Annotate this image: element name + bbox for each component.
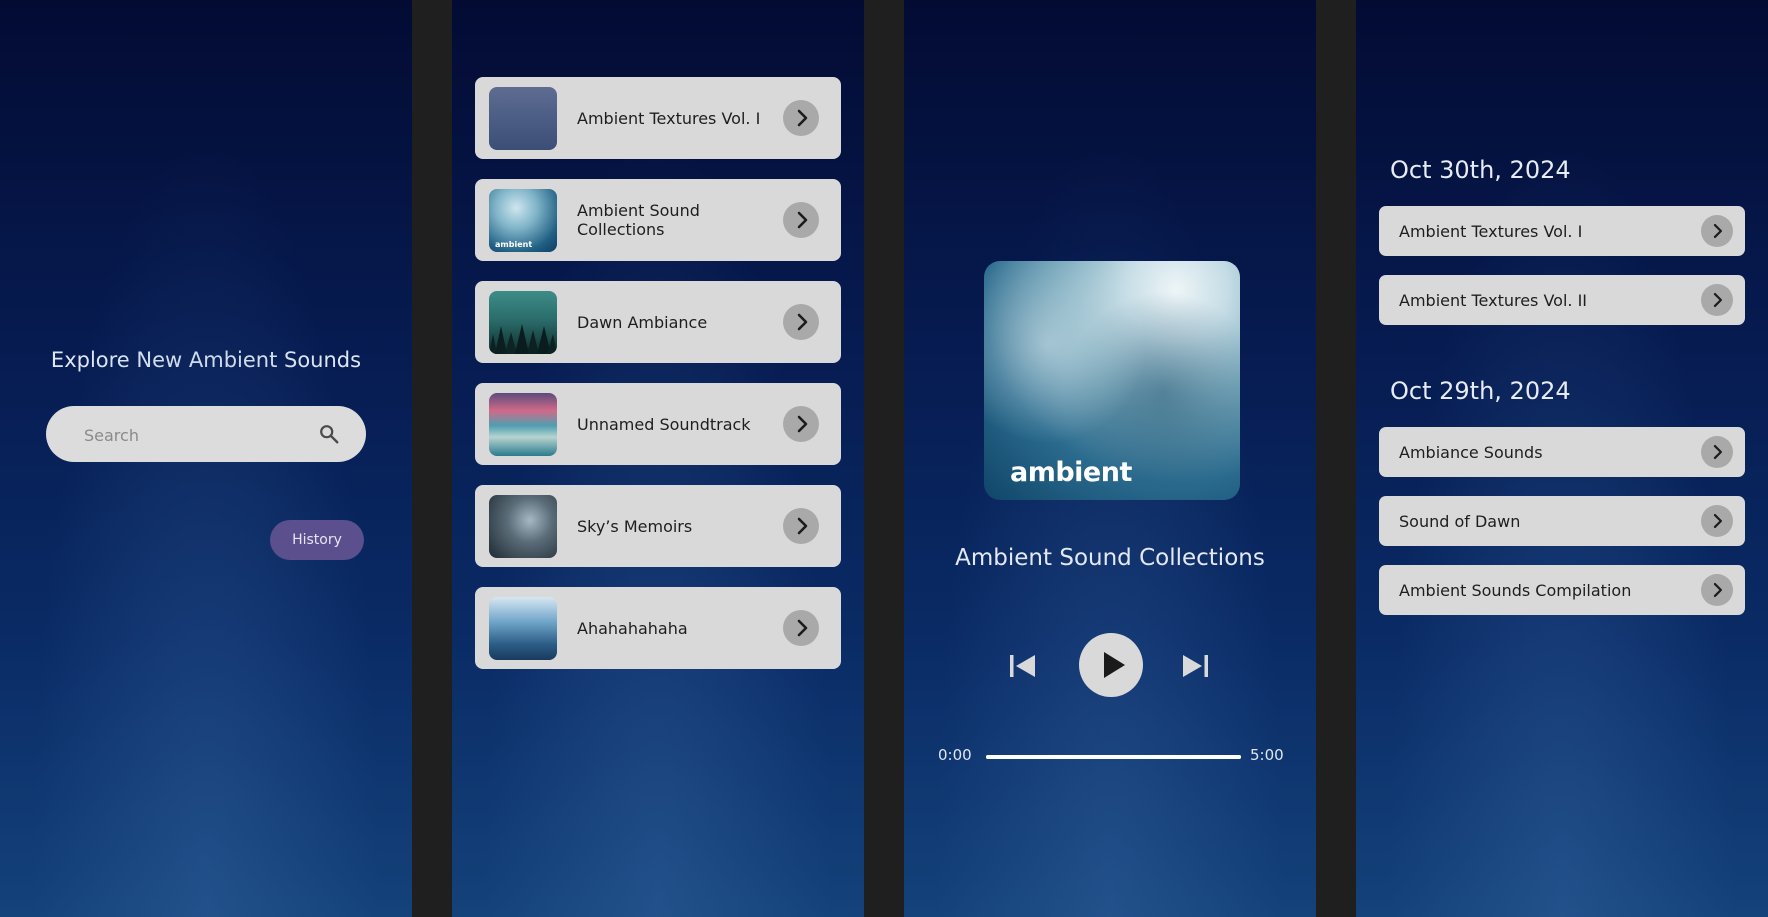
- history-item[interactable]: Ambient Textures Vol. II: [1379, 275, 1745, 325]
- chevron-right-icon[interactable]: [783, 406, 819, 442]
- chevron-right-icon[interactable]: [1701, 215, 1733, 247]
- album-cover-thumbnail: ambient: [489, 189, 557, 252]
- app-stage: Explore New Ambient Sounds History Ambie…: [0, 0, 1768, 917]
- album-card[interactable]: Sky’s Memoirs: [475, 485, 841, 567]
- search-icon[interactable]: [318, 423, 340, 445]
- progress-fill: [986, 755, 1241, 759]
- album-title: Sky’s Memoirs: [577, 516, 693, 536]
- album-title: Dawn Ambiance: [577, 312, 708, 332]
- cover-logo-text: ambient: [1010, 457, 1132, 488]
- album-card[interactable]: ambient Ambient Sound Collections: [475, 179, 841, 261]
- album-card[interactable]: Ambient Textures Vol. I: [475, 77, 841, 159]
- explore-screen: Explore New Ambient Sounds History: [0, 0, 412, 917]
- album-title: Unnamed Soundtrack: [577, 414, 751, 434]
- chevron-right-icon[interactable]: [1701, 505, 1733, 537]
- total-time: 5:00: [1250, 746, 1284, 764]
- search-input[interactable]: [82, 406, 306, 464]
- history-item-label: Ambient Textures Vol. II: [1399, 290, 1588, 310]
- album-list: Ambient Textures Vol. I ambient Ambient …: [475, 77, 841, 689]
- chevron-right-icon[interactable]: [783, 304, 819, 340]
- album-cover-art: ambient: [984, 261, 1240, 500]
- history-screen: Oct 30th, 2024 Ambient Textures Vol. I A…: [1356, 0, 1768, 917]
- album-cover-thumbnail: [489, 393, 557, 456]
- history-date-heading: Oct 30th, 2024: [1390, 156, 1571, 184]
- page-title: Explore New Ambient Sounds: [50, 348, 362, 372]
- forest-silhouette: [489, 324, 557, 354]
- current-time: 0:00: [938, 746, 972, 764]
- album-cover-thumbnail: [489, 87, 557, 150]
- history-button[interactable]: History: [270, 520, 364, 560]
- play-button[interactable]: [1079, 633, 1143, 697]
- album-cover-thumbnail: [489, 597, 557, 660]
- history-item[interactable]: Ambient Sounds Compilation: [1379, 565, 1745, 615]
- album-title: Ahahahahaha: [577, 618, 688, 638]
- skip-next-icon[interactable]: [1180, 652, 1210, 680]
- history-item-label: Ambient Textures Vol. I: [1399, 221, 1583, 241]
- player-screen: ambient Ambient Sound Collections 0:00 5…: [904, 0, 1316, 917]
- track-title: Ambient Sound Collections: [955, 545, 1265, 571]
- album-title: Ambient Sound Collections: [577, 201, 700, 239]
- album-title: Ambient Textures Vol. I: [577, 108, 761, 128]
- album-cover-thumbnail: [489, 291, 557, 354]
- search-bar[interactable]: [46, 406, 366, 464]
- chevron-right-icon[interactable]: [783, 610, 819, 646]
- play-icon: [1104, 652, 1125, 678]
- progress-bar[interactable]: [986, 755, 1241, 759]
- library-screen: Ambient Textures Vol. I ambient Ambient …: [452, 0, 864, 917]
- album-card[interactable]: Ahahahahaha: [475, 587, 841, 669]
- chevron-right-icon[interactable]: [783, 202, 819, 238]
- history-item[interactable]: Ambiance Sounds: [1379, 427, 1745, 477]
- album-cover-thumbnail: [489, 495, 557, 558]
- chevron-right-icon[interactable]: [783, 100, 819, 136]
- history-item-label: Sound of Dawn: [1399, 511, 1521, 531]
- chevron-right-icon[interactable]: [1701, 574, 1733, 606]
- album-card[interactable]: Dawn Ambiance: [475, 281, 841, 363]
- history-item-label: Ambient Sounds Compilation: [1399, 580, 1632, 600]
- history-date-heading: Oct 29th, 2024: [1390, 377, 1571, 405]
- album-card[interactable]: Unnamed Soundtrack: [475, 383, 841, 465]
- history-item-label: Ambiance Sounds: [1399, 442, 1543, 462]
- history-item[interactable]: Ambient Textures Vol. I: [1379, 206, 1745, 256]
- chevron-right-icon[interactable]: [1701, 436, 1733, 468]
- chevron-right-icon[interactable]: [1701, 284, 1733, 316]
- history-item[interactable]: Sound of Dawn: [1379, 496, 1745, 546]
- skip-previous-icon[interactable]: [1008, 652, 1038, 680]
- chevron-right-icon[interactable]: [783, 508, 819, 544]
- thumbnail-logo-text: ambient: [495, 240, 533, 249]
